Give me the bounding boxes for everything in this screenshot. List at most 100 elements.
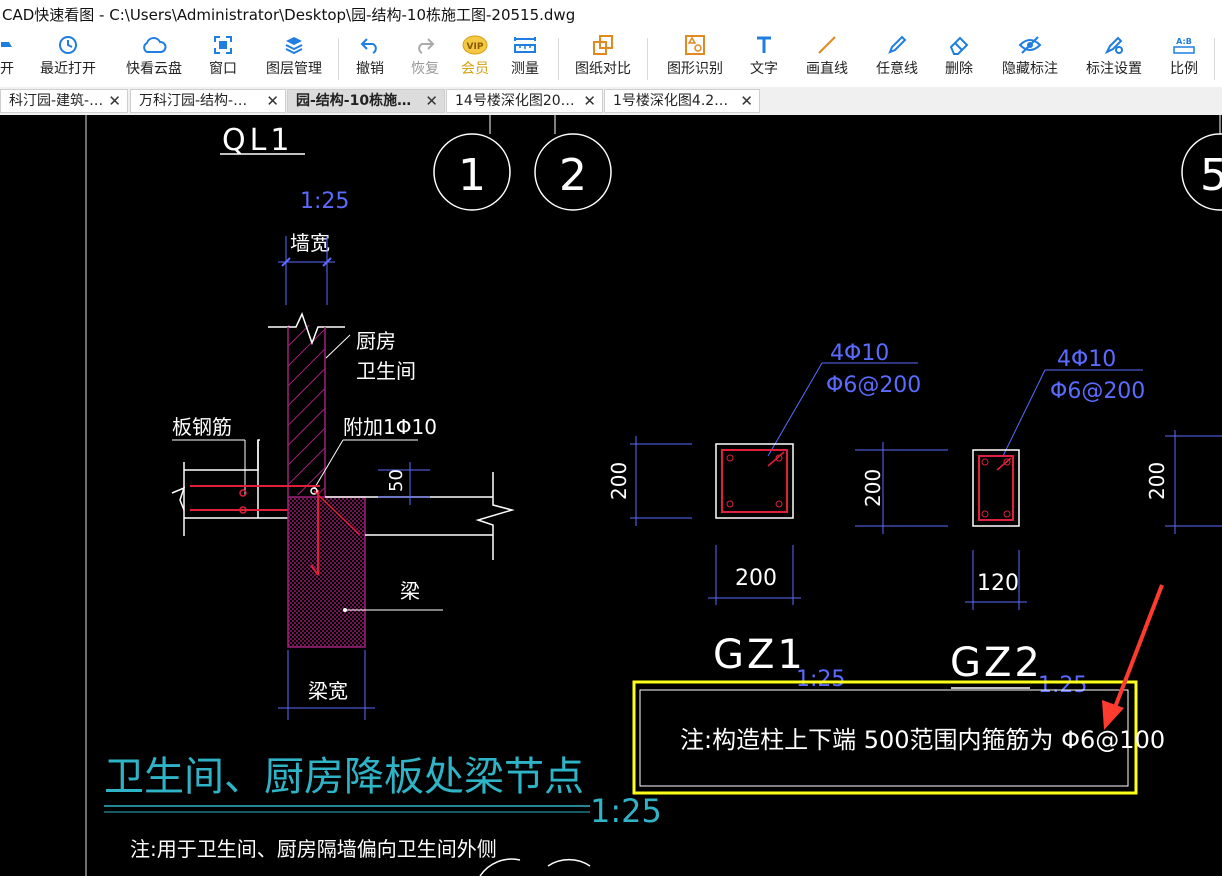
close-icon[interactable]: ✕ xyxy=(583,90,596,112)
tab-document-active[interactable]: 园-结构-10栋施… ✕ xyxy=(287,89,445,113)
label-extra-rebar: 附加1Φ10 xyxy=(343,415,437,439)
recognize-button[interactable]: 图形识别 xyxy=(663,30,727,87)
gz2-main-rebar: 4Φ10 xyxy=(1057,347,1116,372)
dim-text-beam-width: 梁宽 xyxy=(308,679,348,703)
axis-number: 5 xyxy=(1200,150,1222,201)
text-tool-icon xyxy=(754,30,774,60)
detail-title: 卫生间、厨房降板处梁节点 xyxy=(104,754,584,800)
label-kitchen: 厨房 xyxy=(356,329,396,353)
close-icon[interactable]: ✕ xyxy=(425,90,438,112)
toolbar-separator xyxy=(1214,38,1215,80)
toolbar-separator xyxy=(338,38,339,80)
beam-section xyxy=(288,497,365,647)
construction-column-note: 注:构造柱上下端 500范围内箍筋为 Φ6@100 xyxy=(680,726,1165,754)
dim-text: 120 xyxy=(977,571,1019,596)
hide-annotation-button[interactable]: 隐藏标注 xyxy=(998,30,1062,87)
close-icon[interactable]: ✕ xyxy=(740,90,753,112)
stirrup-gz1 xyxy=(721,449,788,513)
wall-hatch xyxy=(288,325,325,495)
window-titlebar: CAD快速看图 - C:\Users\Administrator\Desktop… xyxy=(0,0,1222,30)
svg-text:VIP: VIP xyxy=(467,42,484,52)
section-label-ql1: QL1 xyxy=(222,123,293,158)
gz1-stirrup: Φ6@200 xyxy=(826,373,921,398)
annotation-arrow xyxy=(1112,584,1164,711)
tab-document[interactable]: 14号楼深化图20… ✕ xyxy=(446,89,603,113)
rebar-dot xyxy=(1003,510,1011,518)
break-line xyxy=(171,486,186,511)
undo-icon xyxy=(359,30,381,60)
toolbar-separator xyxy=(647,38,648,80)
label-slab-rebar: 板钢筋 xyxy=(172,415,232,439)
line-tool-icon xyxy=(816,30,838,60)
dim-text: 200 xyxy=(1145,462,1169,500)
tab-document[interactable]: 1号楼深化图4.2… ✕ xyxy=(604,89,760,113)
annotation-settings-button[interactable]: 标注设置 xyxy=(1082,30,1146,87)
leader-line xyxy=(325,334,351,359)
label-bathroom: 卫生间 xyxy=(356,359,416,383)
window-button[interactable]: 窗口 xyxy=(204,30,242,87)
close-icon[interactable]: ✕ xyxy=(108,90,121,112)
line-button[interactable]: 画直线 xyxy=(802,30,852,87)
axis-number: 2 xyxy=(559,150,587,201)
svg-text:A:B: A:B xyxy=(1176,37,1192,46)
document-tab-bar: 科汀园-建筑-… ✕ 万科汀园-结构-… ✕ 园-结构-10栋施… ✕ 14号楼… xyxy=(0,87,1222,116)
recent-button[interactable]: 最近打开 xyxy=(36,30,100,87)
axis-bubble-partial xyxy=(547,859,591,867)
scale-label: 1:25 xyxy=(300,189,349,214)
detail-title-scale: 1:25 xyxy=(590,792,662,830)
stirrup-gz2 xyxy=(978,455,1014,521)
rebar-dot xyxy=(981,510,989,518)
rebar-dot xyxy=(775,500,783,508)
cloud-icon xyxy=(141,30,167,60)
dim-text: 200 xyxy=(735,566,777,591)
dim-text: 200 xyxy=(607,462,631,500)
break-line xyxy=(475,472,515,560)
tab-document[interactable]: 科汀园-建筑-… ✕ xyxy=(0,89,128,113)
drawing-canvas[interactable]: QL1 1 2 5 1:25 墙宽 厨房 卫生间 板钢筋 附加1Φ10 50 梁… xyxy=(0,115,1222,876)
dim-text-wall-width: 墙宽 xyxy=(290,231,330,255)
layers-button[interactable]: 图层管理 xyxy=(262,30,326,87)
settings-pen-icon xyxy=(1103,30,1125,60)
main-toolbar: 开 最近打开 快看云盘 窗口 图层管理 撤销 恢复 VIP 会员 测量 图纸对比… xyxy=(0,30,1222,88)
layers-icon xyxy=(284,30,304,60)
vip-button[interactable]: VIP 会员 xyxy=(457,30,493,87)
gz1-main-rebar: 4Φ10 xyxy=(830,341,889,366)
cloud-button[interactable]: 快看云盘 xyxy=(122,30,186,87)
gz2-stirrup: Φ6@200 xyxy=(1050,379,1145,404)
label-beam: 梁 xyxy=(400,579,420,603)
freeline-button[interactable]: 任意线 xyxy=(872,30,922,87)
toolbar-separator xyxy=(558,38,559,80)
compare-button[interactable]: 图纸对比 xyxy=(571,30,635,87)
tab-document[interactable]: 万科汀园-结构-… ✕ xyxy=(130,89,286,113)
delete-button[interactable]: 删除 xyxy=(942,30,976,87)
window-title: CAD快速看图 - C:\Users\Administrator\Desktop… xyxy=(2,6,576,24)
detail-note: 注:用于卫生间、厨房隔墙偏向卫生间外侧 xyxy=(130,837,497,861)
dim-text: 200 xyxy=(861,469,885,507)
window-fit-icon xyxy=(213,30,233,60)
text-button[interactable]: 文字 xyxy=(747,30,781,87)
compare-icon xyxy=(592,30,614,60)
rebar-dot xyxy=(726,454,734,462)
leader-line xyxy=(767,362,823,457)
redo-button[interactable]: 恢复 xyxy=(407,30,443,87)
leader-line xyxy=(1002,369,1046,457)
eye-hidden-icon xyxy=(1018,30,1042,60)
close-icon[interactable]: ✕ xyxy=(266,90,279,112)
axis-number: 1 xyxy=(458,150,486,201)
column-label-gz1: GZ1 xyxy=(713,632,806,678)
scale-ab-icon: A:B xyxy=(1171,30,1197,60)
scale-button[interactable]: A:B 比例 xyxy=(1167,30,1201,87)
ruler-icon xyxy=(513,30,537,60)
undo-button[interactable]: 撤销 xyxy=(352,30,388,87)
redo-icon xyxy=(414,30,436,60)
folder-open-icon xyxy=(1,30,13,60)
rebar-dot xyxy=(726,500,734,508)
rebar-dot xyxy=(981,458,989,466)
measure-button[interactable]: 测量 xyxy=(507,30,543,87)
axis-bubble-partial xyxy=(479,858,521,876)
shape-recognize-icon xyxy=(684,30,706,60)
gz1-scale: 1:25 xyxy=(796,667,845,692)
open-button[interactable]: 开 xyxy=(0,30,18,87)
eraser-icon xyxy=(948,30,970,60)
slab-top xyxy=(184,439,260,471)
